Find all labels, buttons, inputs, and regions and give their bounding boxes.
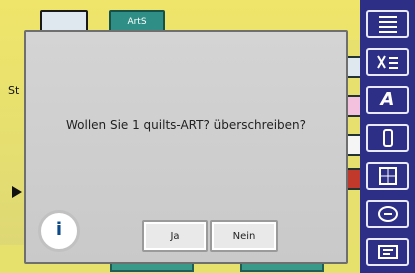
- info-icon[interactable]: i: [38, 210, 80, 252]
- stitch-menu-icon[interactable]: [366, 10, 409, 38]
- memory-icon[interactable]: [366, 200, 409, 228]
- quilt-stitch-icon[interactable]: [366, 48, 409, 76]
- right-toolbar: A: [360, 0, 415, 273]
- alphabet-letter: A: [380, 89, 395, 110]
- buttonhole-icon-svg: [382, 129, 393, 147]
- setup-icon[interactable]: [366, 238, 409, 266]
- setup-icon-svg: [377, 245, 398, 259]
- embroidery-grid-icon[interactable]: [366, 162, 409, 190]
- dialog-message: Wollen Sie 1 quilts-ART? überschreiben?: [65, 118, 307, 132]
- left-arrow-icon: [12, 186, 22, 198]
- alphabet-icon[interactable]: A: [366, 86, 409, 114]
- no-button[interactable]: Nein: [210, 220, 278, 252]
- quilt-stitch-icon-svg: [376, 55, 398, 69]
- embroidery-grid-icon-svg: [378, 167, 397, 185]
- sewing-machine-screen: ArtS St Wollen Sie 1 quilts-ART? übersch…: [0, 0, 415, 273]
- top-tab-art-label: ArtS: [127, 17, 147, 27]
- yes-button[interactable]: Ja: [142, 220, 208, 252]
- buttonhole-icon[interactable]: [366, 124, 409, 152]
- stitch-menu-icon-svg: [378, 16, 397, 33]
- info-icon-glyph: i: [55, 219, 63, 240]
- memory-icon-svg: [377, 206, 398, 222]
- left-partial-label: St: [8, 84, 20, 97]
- confirm-dialog: Wollen Sie 1 quilts-ART? überschreiben? …: [24, 30, 348, 264]
